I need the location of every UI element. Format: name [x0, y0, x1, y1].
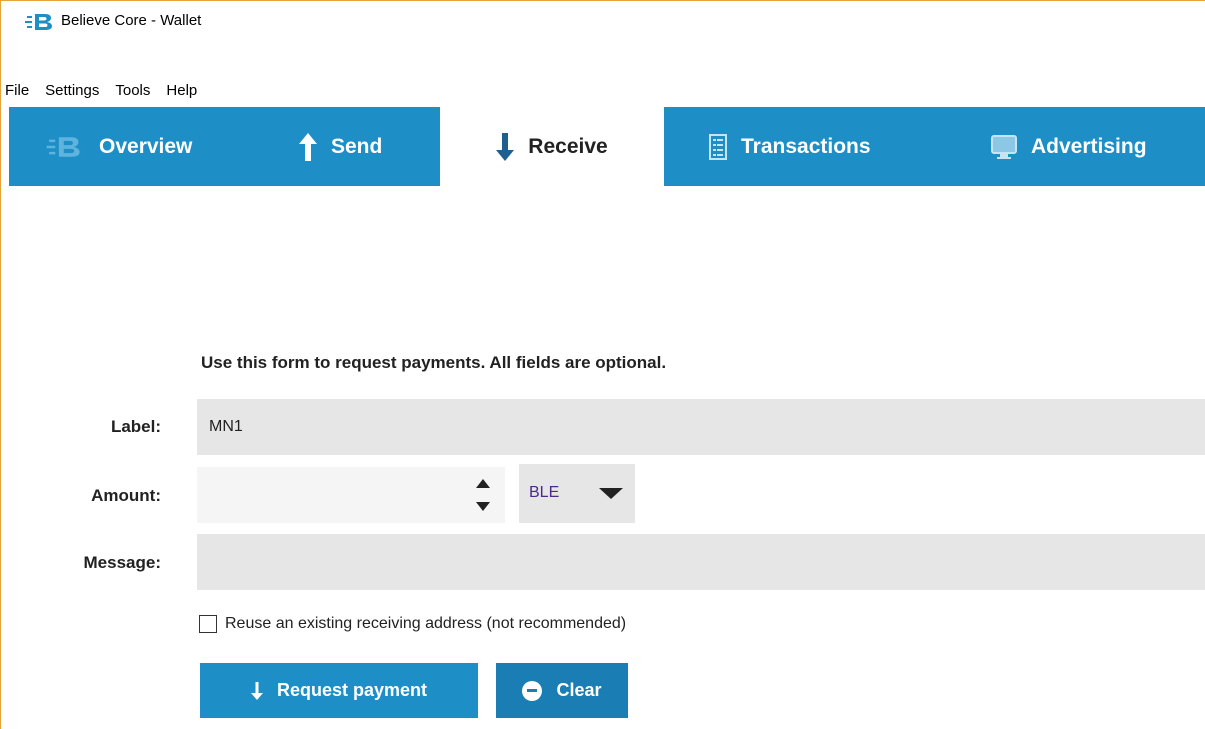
form-instructions: Use this form to request payments. All f…	[201, 353, 667, 372]
amount-field[interactable]	[197, 467, 505, 523]
reuse-address-checkbox[interactable]	[199, 615, 217, 633]
believe-logo-icon	[46, 136, 80, 157]
arrow-up-icon	[299, 132, 317, 161]
menu-file[interactable]: File	[1, 82, 37, 99]
tab-receive-label: Receive	[528, 134, 608, 158]
tab-transactions[interactable]: Transactions	[709, 107, 871, 186]
tab-overview[interactable]: Overview	[45, 107, 192, 186]
arrow-down-icon	[250, 681, 263, 700]
label-field[interactable]: MN1	[197, 399, 1205, 455]
menu-settings[interactable]: Settings	[37, 82, 107, 99]
wallet-window: Believe Core - Wallet File Settings Tool…	[0, 0, 1205, 729]
menu-help[interactable]: Help	[158, 82, 205, 99]
unit-select-value: BLE	[529, 484, 560, 501]
reuse-address-label[interactable]: Reuse an existing receiving address (not…	[225, 615, 626, 633]
clear-button[interactable]: Clear	[496, 663, 628, 718]
minus-circle-icon	[522, 680, 543, 701]
spinner-arrows-icon[interactable]	[475, 475, 491, 515]
message-field[interactable]	[197, 534, 1205, 590]
tab-bar: Overview Send Receive Transactions Adver…	[9, 107, 1205, 186]
message-caption: Message:	[83, 553, 161, 572]
clear-label: Clear	[556, 680, 602, 700]
tab-overview-label: Overview	[99, 134, 193, 158]
label-field-value: MN1	[209, 418, 243, 435]
request-payment-label: Request payment	[276, 680, 428, 700]
menu-tools[interactable]: Tools	[107, 82, 158, 99]
unit-select[interactable]: BLE	[519, 464, 635, 523]
believe-logo-icon	[25, 14, 52, 30]
tab-transactions-label: Transactions	[741, 134, 871, 158]
amount-caption: Amount:	[91, 486, 161, 505]
arrow-down-icon	[496, 132, 515, 161]
monitor-icon	[991, 134, 1017, 159]
list-icon	[709, 133, 727, 160]
window-title: Believe Core - Wallet	[61, 12, 202, 29]
menu-bar: File Settings Tools Help	[1, 77, 205, 103]
label-caption: Label:	[110, 417, 161, 436]
tab-receive[interactable]: Receive	[440, 107, 664, 186]
tab-send[interactable]: Send	[299, 107, 382, 186]
reuse-address-row[interactable]: Reuse an existing receiving address (not…	[199, 615, 626, 633]
tab-advertising-label: Advertising	[1031, 134, 1147, 158]
tab-send-label: Send	[331, 134, 383, 158]
tab-advertising[interactable]: Advertising	[991, 107, 1147, 186]
chevron-down-icon	[599, 488, 623, 499]
request-payment-button[interactable]: Request payment	[200, 663, 478, 718]
title-bar: Believe Core - Wallet	[1, 1, 1205, 41]
